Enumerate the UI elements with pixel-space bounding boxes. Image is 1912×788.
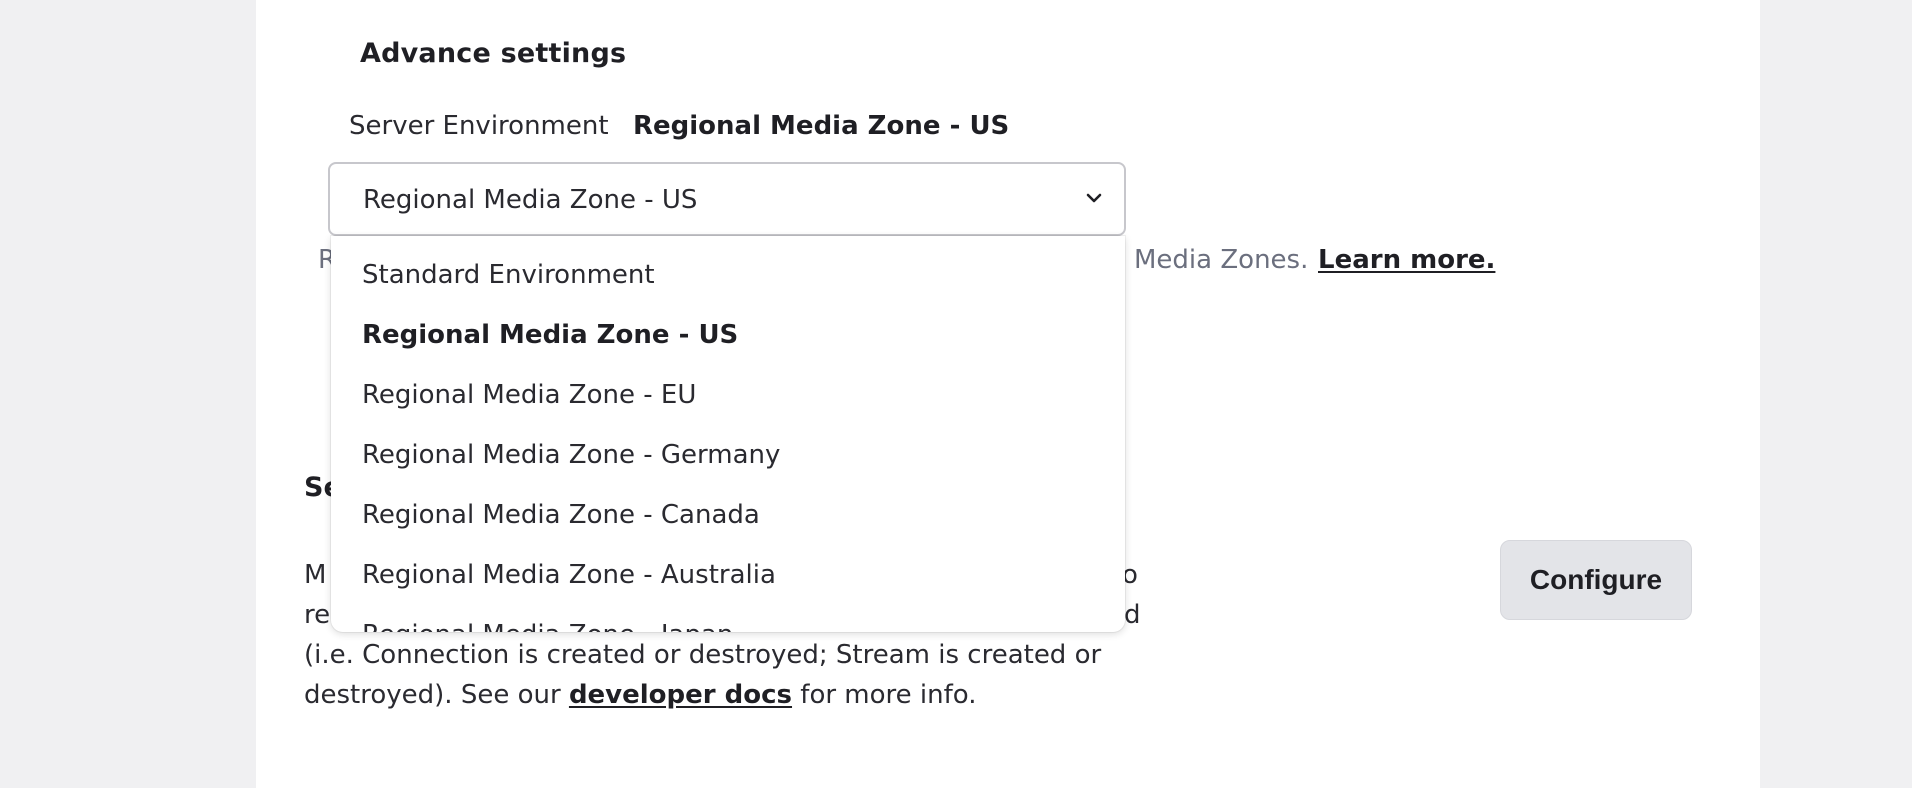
server-environment-value: Regional Media Zone - US [633,111,1010,141]
configure-button[interactable]: Configure [1500,540,1692,620]
help-text-end: Media Zones. [1134,245,1309,275]
select-current-value: Regional Media Zone - US [363,185,698,215]
dropdown-option-canada[interactable]: Regional Media Zone - Canada [362,500,760,530]
section-description-line2-end: d [1124,600,1141,630]
dropdown-option-us[interactable]: Regional Media Zone - US [362,320,738,350]
developer-docs-link[interactable]: developer docs [569,680,792,710]
section-description-line3: (i.e. Connection is created or destroyed… [304,640,1102,670]
server-environment-label: Server Environment [349,111,609,141]
environment-dropdown-menu: Standard Environment Regional Media Zone… [331,236,1125,632]
dropdown-option-germany[interactable]: Regional Media Zone - Germany [362,440,780,470]
chevron-down-icon [1086,193,1102,203]
dropdown-option-standard[interactable]: Standard Environment [362,260,655,290]
dropdown-option-australia[interactable]: Regional Media Zone - Australia [362,560,776,590]
section-description-line4: destroyed). See our developer docs for m… [304,680,977,710]
section-description-line1: M [304,560,327,590]
server-environment-select[interactable]: Regional Media Zone - US [328,162,1126,236]
desc-suffix: for more info. [792,680,977,710]
advance-settings-title: Advance settings [360,38,627,69]
dropdown-option-japan[interactable]: Regional Media Zone - Japan [362,620,733,632]
dropdown-option-eu[interactable]: Regional Media Zone - EU [362,380,696,410]
section-description-line2: re [304,600,331,630]
desc-prefix: destroyed). See our [304,680,569,710]
learn-more-link[interactable]: Learn more. [1318,245,1495,275]
